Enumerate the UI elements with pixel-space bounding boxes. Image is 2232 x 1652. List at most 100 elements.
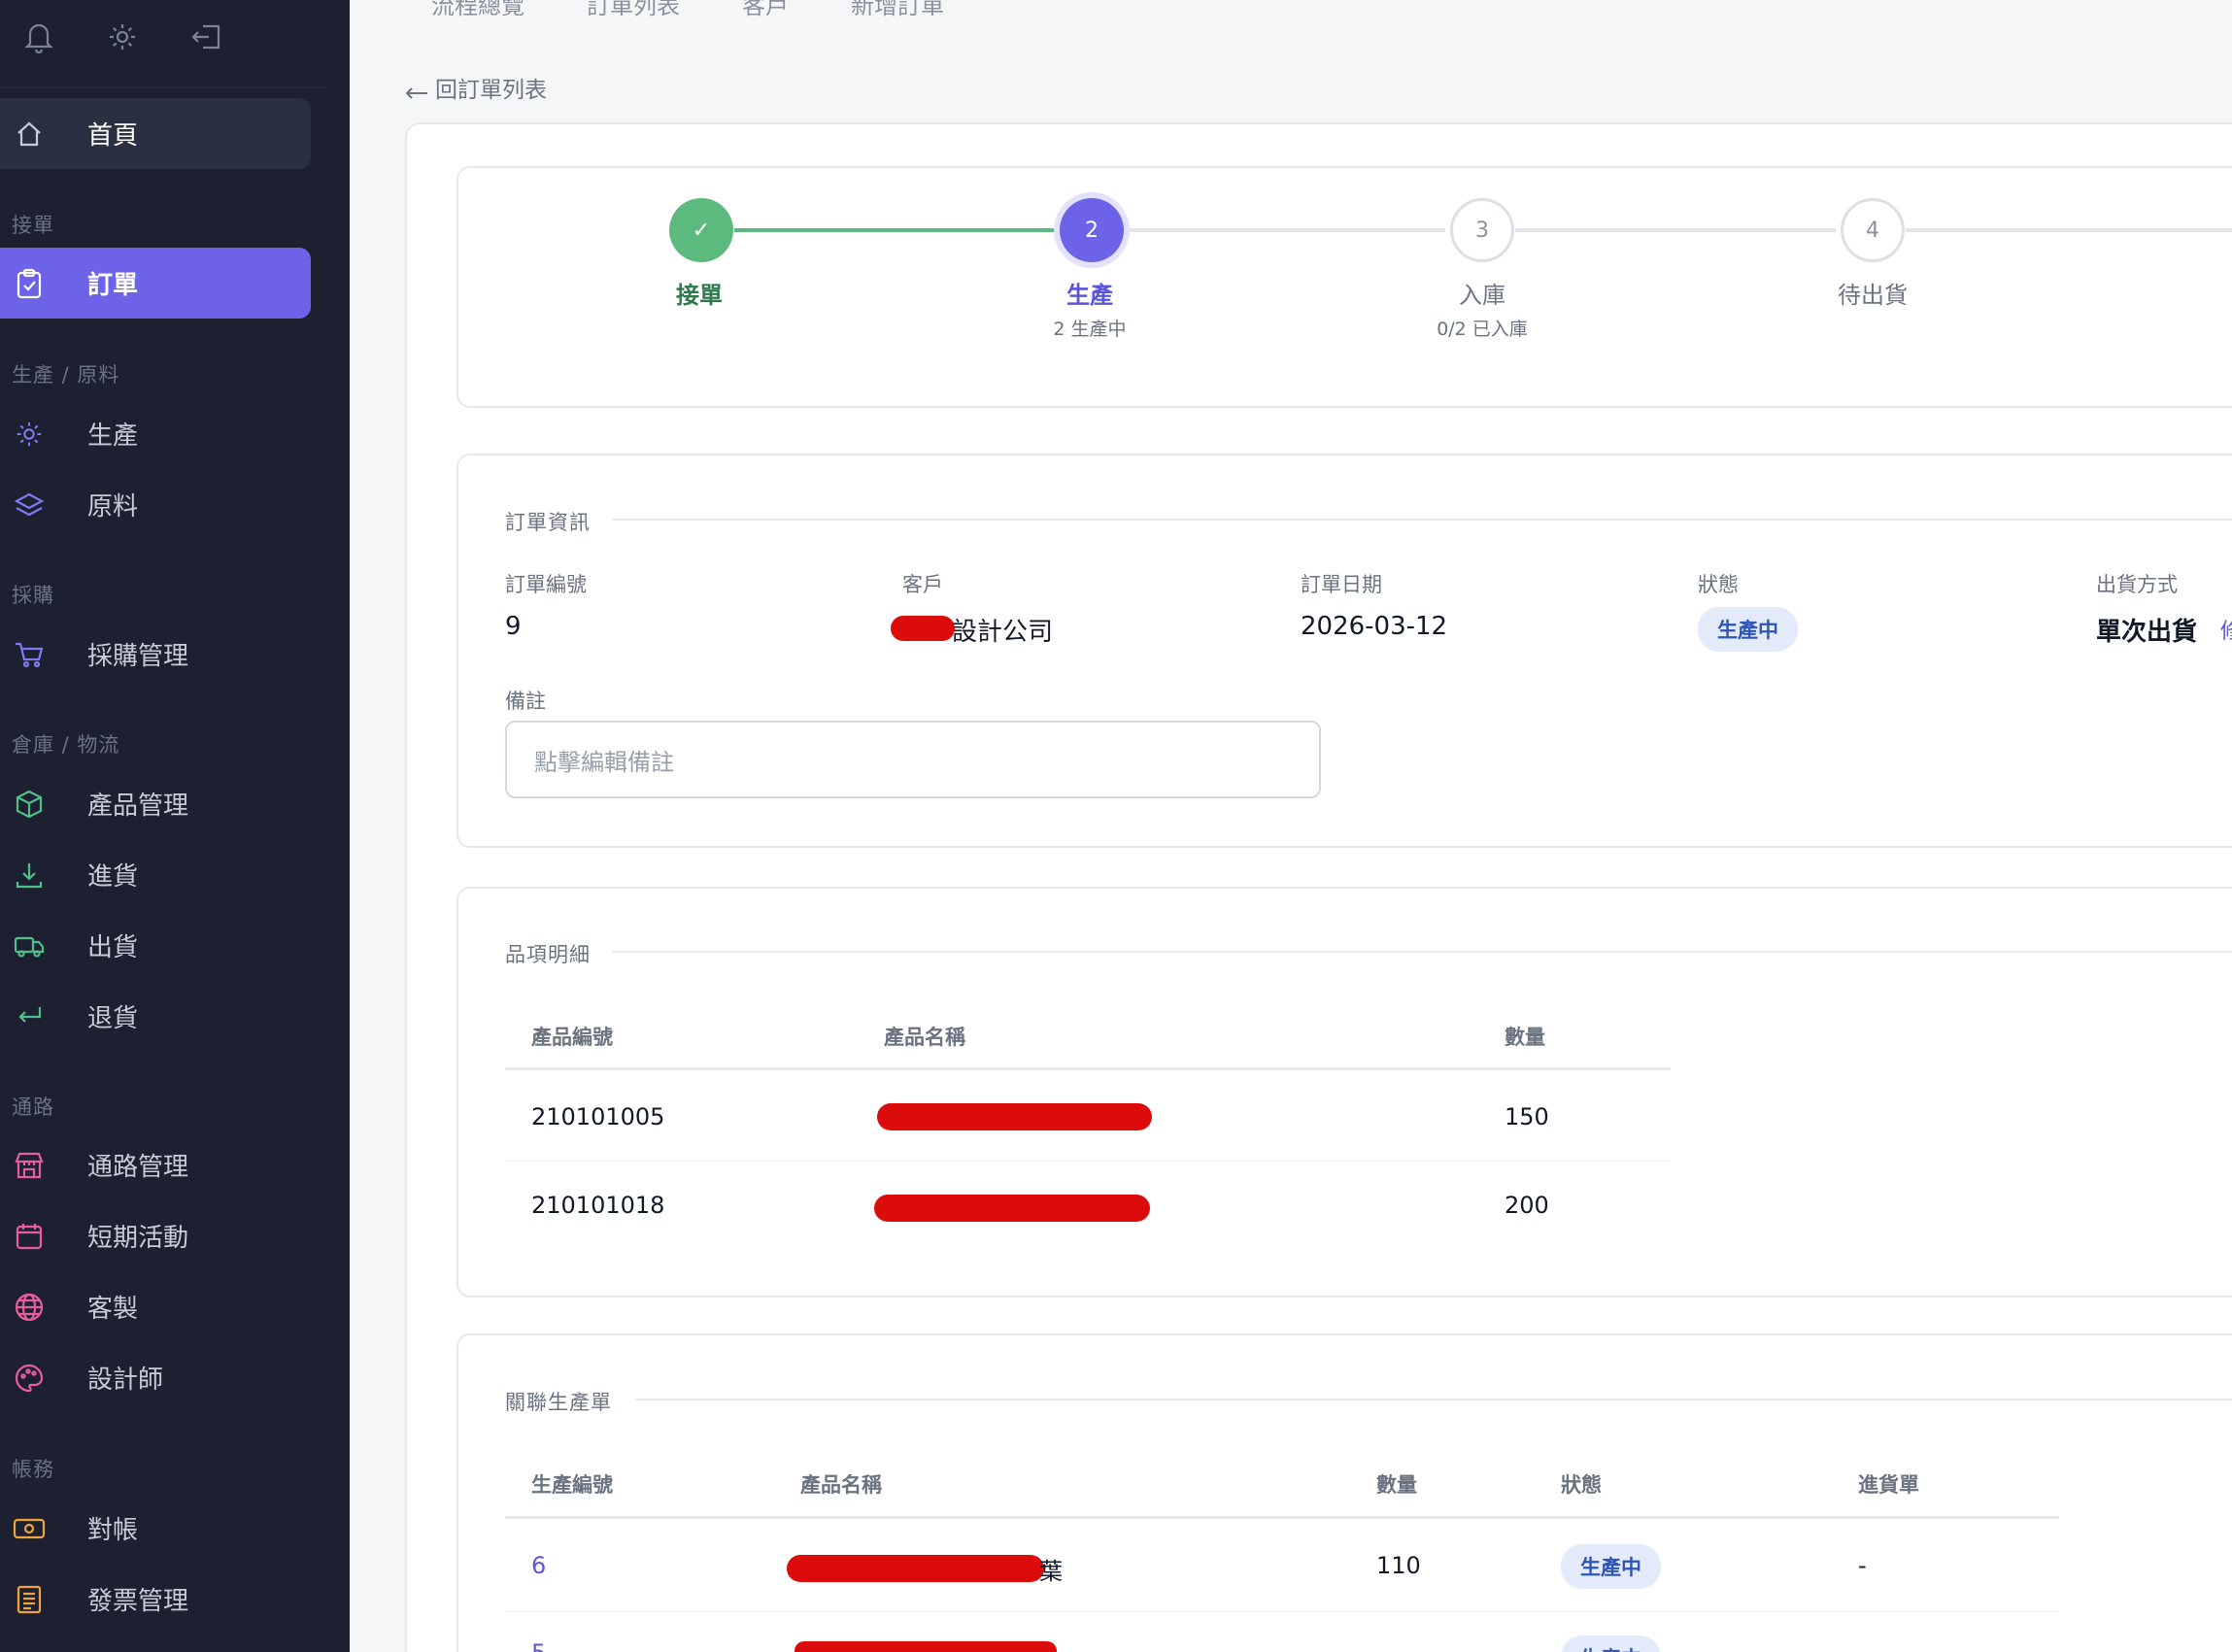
sidebar-item-label: 採購管理	[87, 642, 189, 671]
globe-icon	[0, 1292, 58, 1323]
step-connector	[1125, 228, 1445, 232]
sidebar-item-receiving[interactable]: 進貨	[0, 839, 311, 910]
status-badge: 生產中	[1561, 1635, 1661, 1652]
quantity: 110	[1376, 1552, 1421, 1579]
return-icon	[0, 1003, 58, 1030]
step-connector	[1515, 228, 1836, 232]
sidebar-item-campaigns[interactable]: 短期活動	[0, 1200, 311, 1271]
quantity: 150	[1505, 1103, 1549, 1130]
sidebar-item-home[interactable]: 首頁	[0, 98, 311, 169]
step-connector	[1906, 228, 2232, 232]
sidebar-item-custom[interactable]: 客製	[0, 1271, 311, 1342]
sidebar-item-label: 通路管理	[87, 1153, 189, 1182]
section-rule	[612, 951, 2232, 953]
section-title: 採購	[12, 584, 54, 607]
gear-icon	[0, 420, 58, 449]
sidebar-item-label: 訂單	[87, 271, 139, 300]
production-id-link[interactable]: 5	[531, 1639, 546, 1652]
sidebar-item-purchasing[interactable]: 採購管理	[0, 619, 311, 690]
sidebar-item-reconciliation[interactable]: 對帳	[0, 1493, 311, 1564]
note-field[interactable]: 點擊編輯備註	[505, 721, 1321, 798]
customer-value: 設計公司	[952, 618, 1054, 647]
product-name-suffix: 葉	[1039, 1558, 1063, 1585]
status-badge: 生產中	[1698, 607, 1798, 652]
tab-overview[interactable]: 流程總覽	[431, 0, 524, 20]
redaction-mark	[795, 1641, 1057, 1652]
bell-icon[interactable]	[19, 17, 58, 56]
calendar-icon	[0, 1222, 58, 1251]
column-header: 數量	[1505, 1026, 1545, 1049]
section-title: 接單	[12, 214, 54, 237]
order-no-label: 訂單編號	[505, 573, 587, 596]
section-title: 生產 / 原料	[12, 363, 120, 387]
edit-shipping-link[interactable]: 修	[2220, 614, 2232, 645]
cart-icon	[0, 640, 58, 669]
step-sublabel: 2 生產中	[1053, 319, 1127, 340]
step-received[interactable]: ✓	[667, 198, 735, 262]
status-badge: 生產中	[1561, 1544, 1661, 1589]
sidebar-item-production[interactable]: 生產	[0, 398, 311, 469]
sidebar-item-shipping[interactable]: 出貨	[0, 910, 311, 981]
shipping-method-value: 單次出貨	[2096, 618, 2198, 647]
tab-new-order[interactable]: 新增訂單	[851, 0, 944, 20]
step-production[interactable]: 2	[1058, 198, 1126, 262]
column-header: 狀態	[1561, 1473, 1602, 1497]
invoice-icon	[0, 1584, 58, 1615]
logout-icon[interactable]	[186, 17, 225, 56]
sidebar-item-label: 原料	[87, 492, 139, 522]
sidebar: 首頁 接單 訂單 生產 / 原料 生產 原料 採購 採購管理 倉庫 / 物流 產…	[0, 0, 350, 1652]
gear-icon[interactable]	[103, 17, 142, 56]
sidebar-item-orders[interactable]: 訂單	[0, 248, 311, 319]
section-title: 帳務	[12, 1458, 54, 1481]
tab-customers[interactable]: 客戶	[742, 0, 789, 20]
sidebar-item-returns[interactable]: 退貨	[0, 981, 311, 1052]
sidebar-item-label: 出貨	[87, 933, 139, 962]
truck-icon	[0, 932, 58, 960]
redaction-mark	[874, 1195, 1150, 1222]
product-code: 210101005	[531, 1103, 665, 1130]
sidebar-item-label: 對帳	[87, 1516, 139, 1545]
home-icon	[0, 119, 58, 149]
tab-order-list[interactable]: 訂單列表	[587, 0, 680, 20]
step-connector	[734, 228, 1055, 232]
step-label: 接單	[676, 282, 723, 309]
production-id-link[interactable]: 6	[531, 1552, 546, 1579]
sidebar-item-invoices[interactable]: 發票管理	[0, 1564, 311, 1635]
sidebar-item-label: 發票管理	[87, 1587, 189, 1616]
box-icon	[0, 789, 58, 820]
layers-icon	[0, 491, 58, 519]
back-link-label: 回訂單列表	[435, 78, 547, 103]
redaction-mark	[877, 1103, 1152, 1130]
sidebar-divider	[0, 87, 328, 88]
step-sublabel: 0/2 已入庫	[1437, 319, 1528, 340]
column-header: 產品編號	[531, 1026, 613, 1049]
arrow-left-icon	[404, 82, 429, 107]
step-warehousing[interactable]: 3	[1448, 198, 1516, 262]
row-divider	[505, 1611, 2059, 1612]
step-number: 4	[1841, 198, 1905, 262]
note-label: 備註	[505, 690, 546, 713]
step-number: 3	[1450, 198, 1514, 262]
cash-icon	[0, 1515, 58, 1542]
section-rule	[636, 1399, 2232, 1400]
sidebar-item-designers[interactable]: 設計師	[0, 1342, 311, 1413]
sidebar-item-channels[interactable]: 通路管理	[0, 1129, 311, 1200]
sidebar-item-materials[interactable]: 原料	[0, 469, 311, 540]
production-orders-card	[457, 1333, 2232, 1652]
redaction-mark	[787, 1555, 1044, 1582]
back-link[interactable]: 回訂單列表	[404, 68, 547, 107]
step-awaiting-shipment[interactable]: 4	[1839, 198, 1907, 262]
step-label: 待出貨	[1838, 282, 1908, 309]
sidebar-item-label: 首頁	[87, 121, 139, 151]
receipt-value: -	[1858, 1552, 1867, 1579]
shipping-method-label: 出貨方式	[2096, 573, 2178, 596]
clipboard-icon	[0, 268, 58, 299]
download-icon	[0, 860, 58, 890]
column-header: 進貨單	[1858, 1473, 1919, 1497]
status-label: 狀態	[1698, 573, 1739, 596]
step-number: 2	[1060, 198, 1124, 262]
column-header: 數量	[1376, 1473, 1417, 1497]
section-title: 通路	[12, 1096, 54, 1119]
quantity: 200	[1505, 1192, 1549, 1219]
sidebar-item-products[interactable]: 產品管理	[0, 768, 311, 839]
